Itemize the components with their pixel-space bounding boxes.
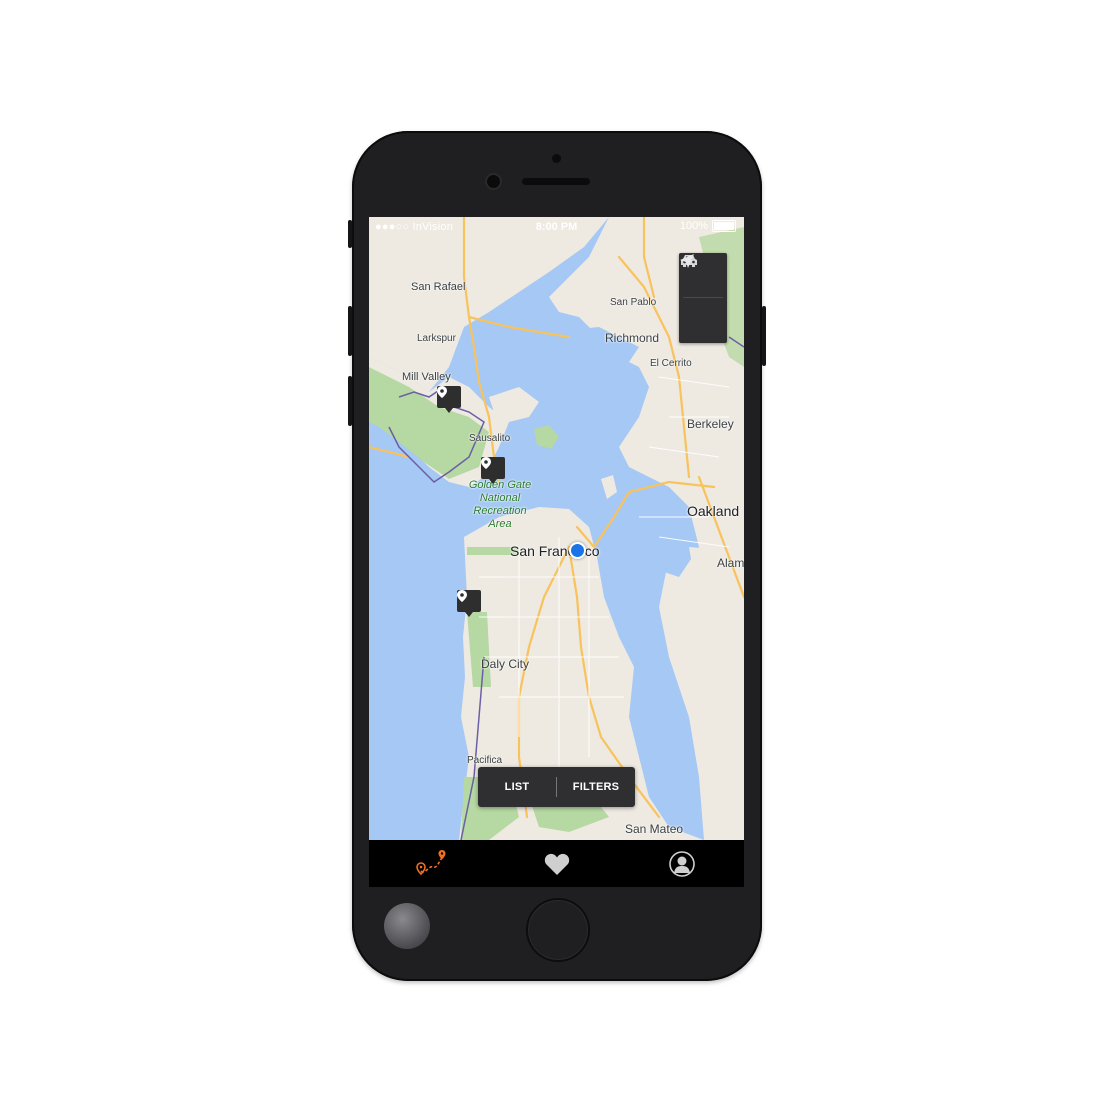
earpiece-speaker <box>522 178 590 185</box>
map-label-mill-valley: Mill Valley <box>402 371 451 383</box>
map-view[interactable]: San Rafael Larkspur Mill Valley Sausalit… <box>369 217 744 840</box>
map-label-sausalito: Sausalito <box>469 433 511 444</box>
filters-button[interactable]: FILTERS <box>557 781 635 793</box>
location-pin[interactable] <box>481 457 505 484</box>
battery-percent: 100% <box>679 220 708 232</box>
map-label-san-mateo: San Mateo <box>625 822 684 836</box>
map-label-park: Golden Gate National Recreation Area <box>468 479 532 530</box>
map-controls <box>679 253 727 343</box>
map-label-pacifica: Pacifica <box>467 755 503 766</box>
list-button[interactable]: LIST <box>478 781 556 793</box>
route-pins-icon <box>415 849 445 875</box>
location-pin[interactable] <box>437 386 461 413</box>
tab-routes[interactable] <box>402 840 462 887</box>
current-location-dot <box>569 542 586 559</box>
assistive-touch-button[interactable] <box>384 903 430 949</box>
map-label-larkspur: Larkspur <box>417 333 456 344</box>
map-label-berkeley: Berkeley <box>687 417 734 431</box>
tab-profile[interactable] <box>652 840 712 887</box>
map-pin-icon <box>481 457 491 469</box>
user-icon <box>668 850 695 877</box>
battery-indicator: 100% <box>680 220 736 232</box>
map-pin-icon <box>457 590 467 602</box>
map-label-daly-city: Daly City <box>481 657 530 671</box>
map-label-san-pablo: San Pablo <box>610 297 657 308</box>
power-button <box>762 306 766 366</box>
map-pin-icon <box>437 386 447 398</box>
battery-icon <box>712 220 736 232</box>
map-label-el-cerrito: El Cerrito <box>650 358 692 369</box>
heart-icon <box>544 853 569 875</box>
map-label-san-rafael: San Rafael <box>411 281 466 293</box>
map-label-san-francisco: San Francisco <box>510 543 600 559</box>
status-bar: ●●●○○ InVision 8:00 PM 100% <box>369 217 744 237</box>
app-screen: San Rafael Larkspur Mill Valley Sausalit… <box>369 217 744 887</box>
home-button[interactable] <box>526 898 590 962</box>
map-label-alameda: Alam <box>717 556 744 570</box>
proximity-sensor <box>552 154 561 163</box>
volume-down-button <box>348 376 352 426</box>
map-label-richmond: Richmond <box>605 331 660 345</box>
mute-switch <box>348 220 352 248</box>
map-label-oakland: Oakland <box>687 503 740 519</box>
volume-up-button <box>348 306 352 356</box>
front-camera <box>487 175 500 188</box>
tab-bar <box>369 840 744 887</box>
location-pin[interactable] <box>457 590 481 617</box>
list-filters-toggle: LIST FILTERS <box>478 767 635 807</box>
locate-me-button[interactable] <box>679 254 727 342</box>
tab-favorites[interactable] <box>527 840 587 887</box>
navigation-arrow-icon <box>680 254 694 268</box>
